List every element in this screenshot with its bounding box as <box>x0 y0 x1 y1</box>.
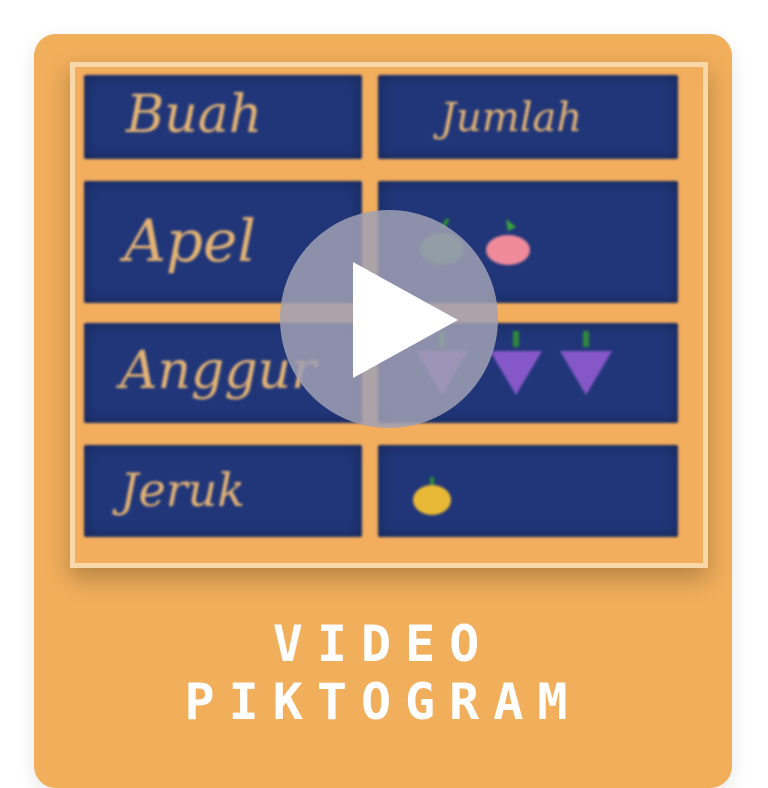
orange-icon <box>413 477 451 515</box>
video-thumbnail[interactable]: Buah Jumlah Apel Anggur Jeruk <box>70 62 708 568</box>
row-label: Apel <box>124 207 256 275</box>
caption-line-1: VIDEO <box>272 615 494 673</box>
header-cell-fruit: Buah <box>84 75 362 159</box>
grape-icon <box>560 331 612 395</box>
play-icon <box>353 262 458 378</box>
row-cell-count <box>378 445 678 537</box>
header-fruit-label: Buah <box>126 85 263 145</box>
caption-line-2: PIKTOGRAM <box>184 673 582 731</box>
row-label: Jeruk <box>120 463 246 517</box>
row-cell-fruit: Jeruk <box>84 445 362 537</box>
header-cell-count: Jumlah <box>378 75 678 159</box>
header-count-label: Jumlah <box>440 95 583 141</box>
video-card[interactable]: Buah Jumlah Apel Anggur Jeruk VIDEO PIKT… <box>34 34 732 788</box>
play-button[interactable] <box>280 210 498 428</box>
